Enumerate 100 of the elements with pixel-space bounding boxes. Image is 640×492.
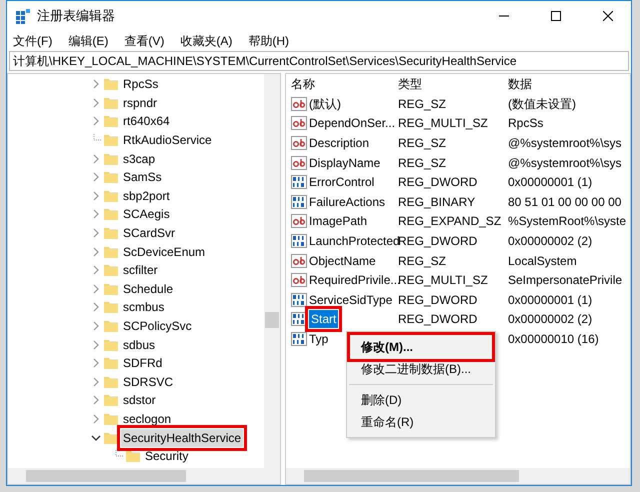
value-name[interactable]: RequiredPrivile... [309, 271, 400, 290]
menu-item[interactable]: 文件(F) [13, 32, 52, 50]
value-name[interactable]: Description [309, 134, 370, 152]
tree-item[interactable]: rt640x64 [121, 112, 172, 130]
folder-icon [104, 208, 118, 220]
value-type: REG_MULTI_SZ [398, 116, 488, 130]
folder-icon [104, 338, 118, 351]
horizontal-scrollbar[interactable] [286, 468, 630, 484]
value-data: 0x00000002 (2) [508, 312, 592, 326]
folder-icon [104, 78, 118, 90]
value-type: REG_DWORD [398, 175, 478, 190]
value-name[interactable]: ImagePath [309, 212, 368, 230]
tree-item[interactable]: scfilter [121, 261, 160, 280]
folder-icon [104, 432, 118, 444]
value-data: 0x00000001 (1) [508, 292, 592, 307]
value-type: REG_EXPAND_SZ [398, 214, 502, 228]
address-field[interactable]: 计算机\HKEY_LOCAL_MACHINE\SYSTEM\CurrentControlSet\Services\SecurityHealthService [9, 51, 629, 71]
tree-item[interactable]: sdstor [121, 391, 158, 410]
value-data: RpcSs [508, 116, 544, 130]
tree-item[interactable]: rspndr [121, 94, 160, 112]
value-name[interactable]: LaunchProtected [309, 232, 400, 250]
value-name[interactable]: FailureActions [309, 192, 386, 211]
column-header[interactable]: 名称 [286, 75, 398, 93]
value-data: 80 51 01 00 00 00 00 [508, 194, 622, 209]
tree-item[interactable]: SCardSvr [121, 224, 178, 242]
tree-item[interactable]: SamSs [121, 168, 164, 186]
value-data: 0x00000010 (16) [508, 332, 599, 346]
menu-item[interactable]: 收藏夹(A) [180, 32, 232, 50]
tree-item[interactable]: sbp2port [121, 186, 172, 205]
vertical-scrollbar[interactable] [264, 74, 280, 468]
folder-icon [104, 227, 118, 240]
horizontal-scrollbar[interactable] [8, 468, 280, 484]
value-name[interactable]: Typ [309, 330, 328, 348]
tree-item[interactable]: SCPolicySvc [121, 317, 194, 336]
value-type: REG_SZ [398, 156, 446, 170]
tree-item[interactable]: SDFRd [121, 354, 164, 372]
folder-icon [104, 134, 118, 146]
value-type: REG_SZ [398, 136, 446, 150]
string-value-icon [291, 156, 307, 170]
tree-item[interactable]: Security [143, 447, 190, 466]
value-type: REG_SZ [398, 254, 446, 268]
window-title: 注册表编辑器 [37, 7, 115, 26]
value-type: REG_BINARY [398, 194, 476, 209]
tree-item[interactable]: sdbus [121, 336, 158, 354]
value-name[interactable]: ServiceSidType [309, 290, 392, 309]
tree-item[interactable]: scmbus [121, 298, 166, 316]
context-menu-item[interactable]: 修改二进制数据(B)... [351, 358, 491, 380]
folder-icon [126, 450, 140, 462]
value-data: @%systemroot%\sys [508, 156, 622, 170]
tree-item[interactable]: seclogon [121, 410, 174, 428]
folder-icon [104, 96, 118, 109]
value-name[interactable]: Start [309, 310, 338, 328]
value-data: SeImpersonatePrivile [508, 273, 622, 288]
value-name[interactable]: (默认) [309, 94, 341, 113]
value-data: 0x00000001 (1) [508, 175, 592, 190]
folder-icon [104, 357, 118, 370]
value-data: 0x00000002 (2) [508, 234, 592, 248]
tree-item[interactable]: Schedule [121, 280, 176, 298]
tree-item[interactable]: SecurityHealthService [121, 428, 244, 447]
tree-item[interactable]: s3cap [121, 150, 158, 168]
value-name[interactable]: DependOnSer... [309, 114, 396, 132]
context-menu-item[interactable]: 重命名(R) [351, 411, 491, 433]
maximize-icon [551, 11, 561, 21]
binary-value-icon [291, 332, 307, 346]
value-name[interactable]: ErrorControl [309, 173, 374, 192]
value-type: REG_MULTI_SZ [398, 273, 488, 288]
tree-item[interactable]: RpcSs [121, 75, 160, 94]
value-type: REG_DWORD [398, 234, 478, 248]
value-name[interactable]: DisplayName [309, 154, 380, 172]
folder-icon [104, 282, 118, 295]
string-value-icon [291, 136, 307, 150]
value-type: REG_DWORD [398, 312, 478, 326]
tree-item[interactable]: SDRSVC [121, 372, 176, 391]
menu-item[interactable]: 查看(V) [124, 32, 164, 50]
tree-item[interactable]: SCAegis [121, 205, 172, 224]
column-header[interactable]: 类型 [398, 75, 508, 93]
value-type: REG_DWORD [398, 292, 478, 307]
folder-icon [104, 190, 118, 202]
string-value-icon [291, 96, 307, 111]
folder-icon [104, 394, 118, 406]
value-data: (数值未设置) [508, 96, 576, 111]
registry-cubes-icon [15, 8, 31, 24]
binary-value-icon [291, 292, 307, 307]
menu-item[interactable]: 编辑(E) [68, 32, 108, 50]
string-value-icon [291, 116, 307, 130]
string-value-icon [291, 254, 307, 268]
column-header[interactable]: 数据 [508, 75, 630, 93]
value-name[interactable]: ObjectName [309, 252, 376, 270]
tree-item[interactable]: RtkAudioService [121, 131, 214, 150]
context-menu-item[interactable]: 删除(D) [351, 389, 491, 411]
value-data: @%systemroot%\sys [508, 136, 622, 150]
binary-value-icon [291, 194, 307, 209]
string-value-icon [291, 273, 307, 288]
value-type: REG_SZ [398, 96, 446, 111]
folder-icon [104, 412, 118, 425]
folder-icon [104, 264, 118, 276]
tree-item[interactable]: ScDeviceEnum [121, 242, 208, 261]
folder-icon [104, 246, 118, 258]
binary-value-icon [291, 175, 307, 190]
menu-item[interactable]: 帮助(H) [248, 32, 289, 50]
